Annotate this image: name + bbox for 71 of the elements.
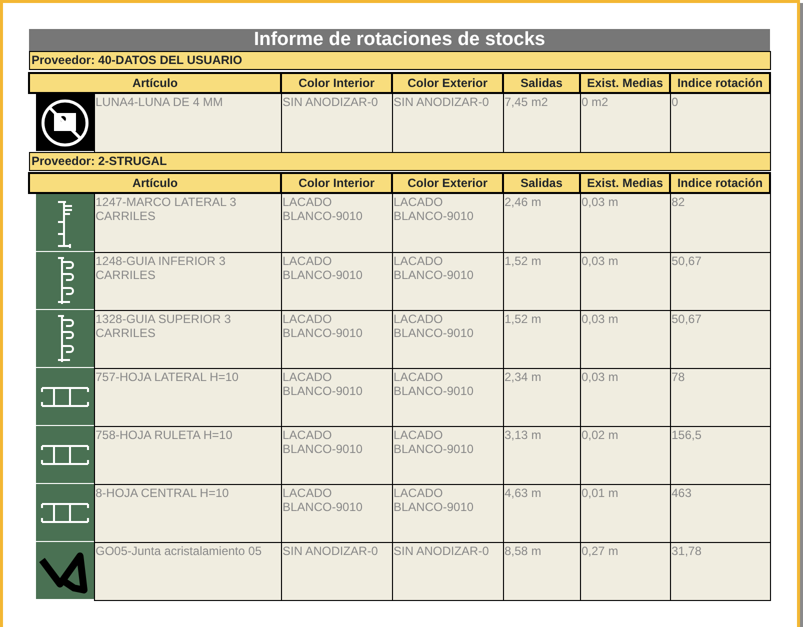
table-cell: 0,01 m <box>580 484 670 542</box>
table-cell: SIN ANODIZAR-0 <box>281 92 392 152</box>
table-cell: 156,5 <box>670 426 770 484</box>
table-cell: 0,03 m <box>580 252 670 310</box>
group-header: Proveedor: 2-STRUGAL <box>29 152 770 170</box>
table-cell: 31,78 <box>670 542 770 600</box>
table-cell: 2,34 m <box>503 368 580 426</box>
table-cell: 50,67 <box>670 310 770 368</box>
table-cell: 8-HOJA CENTRAL H=10 <box>94 484 281 542</box>
table-cell: LACADO BLANCO-9010 <box>392 310 503 368</box>
table-cell: GO05-Junta acristalamiento 05 <box>94 542 281 600</box>
table-cell: 3,13 m <box>503 426 580 484</box>
table-cell: LACADO BLANCO-9010 <box>281 426 392 484</box>
table-cell: 0,03 m <box>580 193 670 252</box>
column-header: Color Interior <box>281 173 392 193</box>
column-header: Exist. Medias <box>580 72 670 92</box>
profile-drawing <box>36 484 94 541</box>
table-cell: SIN ANODIZAR-0 <box>392 92 503 152</box>
gasket-drawing <box>36 542 94 599</box>
table-cell: 463 <box>670 484 770 542</box>
table-cell: LACADO BLANCO-9010 <box>281 193 392 252</box>
profile-drawing <box>36 194 94 251</box>
table-cell: 0,02 m <box>580 426 670 484</box>
table-cell: 2,46 m <box>503 193 580 252</box>
column-header: Indice rotación <box>670 173 770 193</box>
report-title: Informe de rotaciones de stocks <box>29 29 770 52</box>
table-cell: 0,27 m <box>580 542 670 600</box>
table-cell: SIN ANODIZAR-0 <box>392 542 503 600</box>
column-header: Exist. Medias <box>580 173 670 193</box>
no-image-icon <box>36 94 94 150</box>
table-cell: 4,63 m <box>503 484 580 542</box>
table-cell: 1,52 m <box>503 310 580 368</box>
table-cell: 82 <box>670 193 770 252</box>
column-header: Color Interior <box>281 72 392 92</box>
column-header: Indice rotación <box>670 72 770 92</box>
table-cell: LACADO BLANCO-9010 <box>281 484 392 542</box>
table-cell: 0,03 m <box>580 310 670 368</box>
column-header: Salidas <box>503 173 580 193</box>
table-cell: 758-HOJA RULETA H=10 <box>94 426 281 484</box>
table-cell: LACADO BLANCO-9010 <box>281 310 392 368</box>
table-cell: LACADO BLANCO-9010 <box>392 484 503 542</box>
profile-drawing <box>36 426 94 483</box>
table-cell: 1,52 m <box>503 252 580 310</box>
column-header: Color Exterior <box>392 72 503 92</box>
table-cell: 0,03 m <box>580 368 670 426</box>
column-header: Artículo <box>29 173 281 193</box>
column-header: Artículo <box>29 72 281 92</box>
table-cell: 1328-GUIA SUPERIOR 3 CARRILES <box>94 310 281 368</box>
table-cell: SIN ANODIZAR-0 <box>281 542 392 600</box>
profile-drawing <box>36 368 94 425</box>
column-header: Color Exterior <box>392 173 503 193</box>
table-cell: 0 m2 <box>580 92 670 152</box>
table-cell: 7,45 m2 <box>503 92 580 152</box>
table-cell: LACADO BLANCO-9010 <box>281 252 392 310</box>
table-cell: 1247-MARCO LATERAL 3 CARRILES <box>94 193 281 252</box>
table-cell: LACADO BLANCO-9010 <box>392 193 503 252</box>
table-cell: LACADO BLANCO-9010 <box>281 368 392 426</box>
table-cell: LACADO BLANCO-9010 <box>392 252 503 310</box>
table-cell: 757-HOJA LATERAL H=10 <box>94 368 281 426</box>
column-header: Salidas <box>503 72 580 92</box>
table-cell: 78 <box>670 368 770 426</box>
group-header: Proveedor: 40-DATOS DEL USUARIO <box>29 52 770 70</box>
profile-drawing <box>36 252 94 309</box>
table-cell: LACADO BLANCO-9010 <box>392 426 503 484</box>
table-cell: 0 <box>670 92 770 152</box>
table-cell: 1248-GUIA INFERIOR 3 CARRILES <box>94 252 281 310</box>
table-cell: 50,67 <box>670 252 770 310</box>
profile-drawing <box>36 310 94 367</box>
table-cell: LUNA4-LUNA DE 4 MM <box>94 92 281 152</box>
table-cell: 8,58 m <box>503 542 580 600</box>
table-cell: LACADO BLANCO-9010 <box>392 368 503 426</box>
